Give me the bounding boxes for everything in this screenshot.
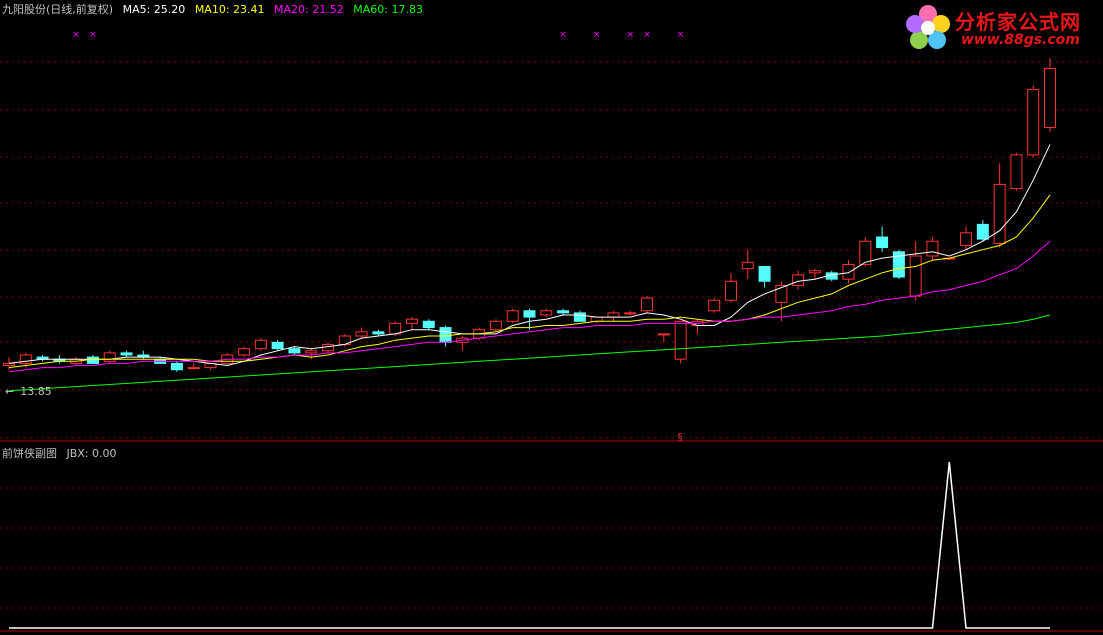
candle-body	[926, 240, 939, 257]
sub-chart-title: 前饼侠副图	[2, 447, 57, 460]
candle-body	[540, 310, 553, 316]
candle-body	[724, 280, 737, 301]
candle-body	[187, 367, 200, 370]
candle-body	[103, 352, 116, 362]
low-arrow-icon: ←	[5, 385, 15, 398]
candle-body	[288, 348, 301, 354]
candle-body	[322, 343, 335, 352]
candle-body	[657, 333, 670, 336]
candle-body	[355, 331, 368, 337]
candle-body	[624, 312, 637, 315]
candle-body	[1044, 68, 1056, 129]
candle-body	[741, 261, 754, 270]
candle-body	[641, 297, 654, 312]
candle-body	[993, 183, 1006, 244]
signal-marker: ×	[626, 30, 634, 40]
low-price-label: ← 13.85	[5, 385, 58, 398]
sub-chart-header: 前饼侠副图 JBX: 0.00	[2, 445, 123, 461]
divider-marker-icon: §	[678, 432, 683, 443]
candle-body	[573, 312, 586, 322]
candle-body	[3, 362, 15, 367]
candle-body	[405, 318, 418, 324]
chart-canvas[interactable]: × × × × × × × §	[0, 0, 1103, 635]
ma20-value: MA20: 21.52	[274, 3, 344, 16]
candle-body	[489, 320, 502, 331]
candle-body	[170, 362, 183, 371]
signal-marker: ×	[89, 30, 97, 40]
candle-body	[674, 320, 687, 360]
candle-body	[607, 312, 620, 318]
site-logo: 分析家公式网 www.88gs.com	[901, 2, 1097, 54]
candle-body	[389, 322, 402, 335]
flower-logo-icon	[906, 5, 950, 49]
candle-body	[271, 341, 284, 350]
candle-body	[86, 356, 99, 364]
signal-marker: ×	[677, 30, 685, 40]
jbx-line	[9, 461, 1050, 629]
ma60-value: MA60: 17.83	[353, 3, 423, 16]
jbx-value: JBX: 0.00	[66, 447, 117, 460]
candle-body	[758, 266, 771, 282]
candle-body	[523, 310, 536, 318]
candle-body	[305, 350, 318, 354]
ma10-value: MA10: 23.41	[194, 3, 265, 16]
signal-marker: ×	[72, 30, 80, 40]
candle-body	[1010, 154, 1023, 190]
candle-body	[506, 310, 519, 322]
signal-marker: ×	[559, 30, 567, 40]
signal-marker: ×	[593, 30, 601, 40]
candle-body	[708, 299, 721, 312]
candle-body	[1027, 89, 1040, 156]
candle-body	[372, 331, 385, 335]
candle-body	[557, 310, 570, 314]
logo-url: www.88gs.com	[961, 32, 1080, 48]
candle-body	[254, 339, 267, 350]
main-chart-header: 九阳股份(日线,前复权) MA5: 25.20 MA10: 23.41 MA20…	[2, 1, 429, 17]
signal-marker: ×	[643, 30, 651, 40]
candle-body	[876, 236, 889, 249]
candle-body	[422, 320, 435, 329]
ma5-value: MA5: 25.20	[122, 3, 186, 16]
stock-title: 九阳股份(日线,前复权)	[2, 3, 114, 16]
candle-body	[439, 327, 452, 343]
candle-body	[842, 263, 855, 280]
candle-body	[909, 255, 922, 297]
low-price-value: 13.85	[20, 385, 52, 398]
candle-body	[590, 316, 603, 322]
candle-body	[960, 232, 973, 246]
logo-name: 分析家公式网	[955, 10, 1081, 34]
candle-body	[238, 348, 251, 356]
candle-body	[792, 274, 805, 286]
candle-body	[808, 270, 821, 274]
candle-body	[976, 223, 989, 240]
candle-body	[120, 352, 133, 356]
